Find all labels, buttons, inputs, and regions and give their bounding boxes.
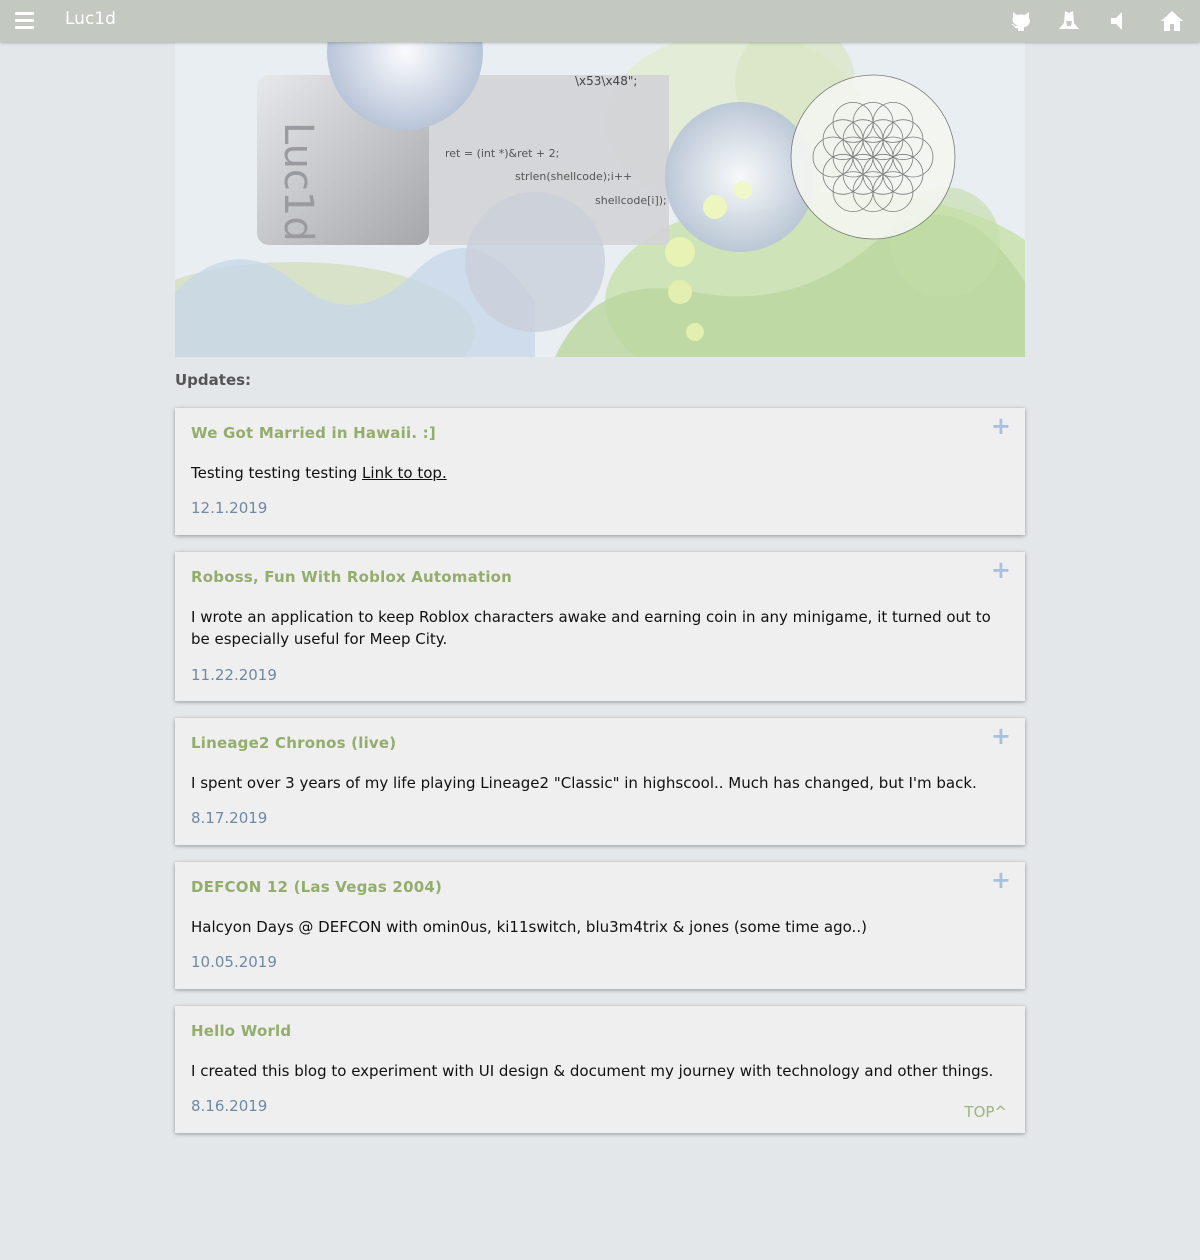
- post-card: Lineage2 Chronos (live) + I spent over 3…: [175, 718, 1025, 845]
- post-title[interactable]: DEFCON 12 (Las Vegas 2004): [191, 878, 442, 896]
- banner-code-line: ret = (int *)&ret + 2;: [445, 147, 559, 160]
- post-title[interactable]: Roboss, Fun With Roblox Automation: [191, 568, 512, 586]
- post-date: 12.1.2019: [191, 499, 268, 517]
- home-icon[interactable]: [1159, 9, 1185, 33]
- post-card: We Got Married in Hawaii. :] + Testing t…: [175, 408, 1025, 535]
- post-body: I wrote an application to keep Roblox ch…: [191, 608, 991, 648]
- post-card: Roboss, Fun With Roblox Automation + I w…: [175, 552, 1025, 701]
- github-icon[interactable]: [1008, 9, 1034, 33]
- post-date: 8.16.2019: [191, 1097, 268, 1115]
- header-banner-image: Luc1d \x53\x48"; ret = (int *)&ret + 2; …: [175, 42, 1025, 357]
- expand-plus-icon[interactable]: +: [991, 558, 1011, 582]
- updates-heading: Updates:: [175, 371, 252, 389]
- post-body: I created this blog to experiment with U…: [191, 1062, 994, 1080]
- expand-plus-icon[interactable]: +: [991, 868, 1011, 892]
- post-body-text: Testing testing testing: [191, 464, 363, 482]
- post-body: Halcyon Days @ DEFCON with omin0us, ki11…: [191, 918, 867, 936]
- banner-code-line: strlen(shellcode);i++: [515, 170, 632, 183]
- hacker-icon[interactable]: [1056, 9, 1082, 33]
- banner-logo-text: Luc1d: [275, 122, 321, 242]
- post-card: DEFCON 12 (Las Vegas 2004) + Halcyon Day…: [175, 862, 1025, 989]
- expand-plus-icon[interactable]: +: [991, 414, 1011, 438]
- post-title[interactable]: Hello World: [191, 1022, 291, 1040]
- post-body: I spent over 3 years of my life playing …: [191, 774, 977, 792]
- banner-code-line: shellcode[i]);: [595, 194, 667, 207]
- post-date: 10.05.2019: [191, 953, 277, 971]
- menu-icon[interactable]: [15, 12, 34, 30]
- post-card: Hello World I created this blog to exper…: [175, 1006, 1025, 1133]
- post-title[interactable]: Lineage2 Chronos (live): [191, 734, 396, 752]
- post-title[interactable]: We Got Married in Hawaii. :]: [191, 424, 436, 442]
- site-brand[interactable]: Luc1d: [65, 9, 116, 29]
- expand-plus-icon[interactable]: +: [991, 724, 1011, 748]
- sound-icon[interactable]: [1106, 9, 1132, 33]
- banner-code-line: \x53\x48";: [575, 74, 637, 88]
- post-date: 8.17.2019: [191, 809, 268, 827]
- post-date: 11.22.2019: [191, 666, 277, 684]
- top-navbar: Luc1d: [0, 0, 1200, 42]
- post-body: Testing testing testing Link to top.: [191, 462, 1009, 484]
- back-to-top-link[interactable]: TOP^: [964, 1103, 1007, 1121]
- link-to-top[interactable]: Link to top.: [362, 464, 447, 482]
